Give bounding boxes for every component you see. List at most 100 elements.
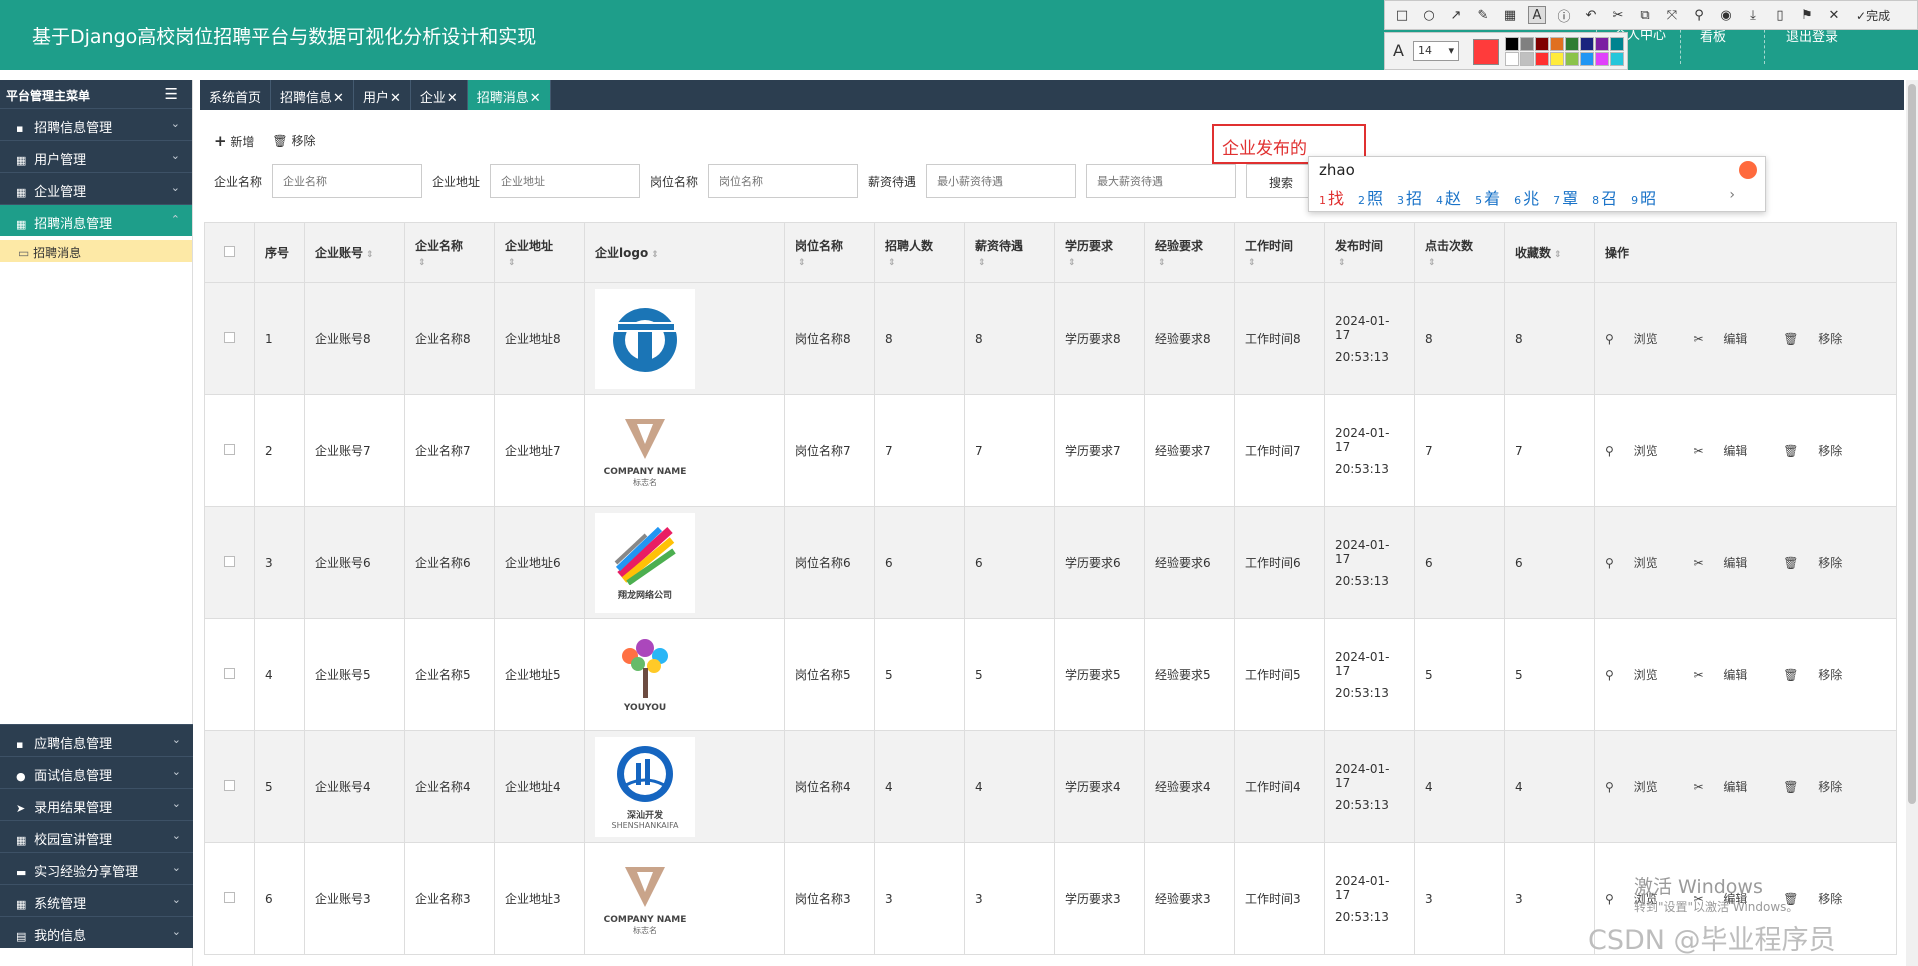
col-header[interactable]: 招聘人数 ⇕ (874, 222, 965, 283)
page-scrollbar[interactable] (1906, 80, 1918, 966)
ime-candidate[interactable]: 8召 (1592, 185, 1617, 209)
close-icon[interactable]: ✕ (447, 91, 458, 106)
color-swatch[interactable] (1505, 37, 1519, 51)
sort-icon[interactable]: ⇕ (1158, 258, 1166, 268)
tab-job-messages[interactable]: 招聘消息✕ (467, 80, 551, 110)
sidebar-item-job-info[interactable]: ▪ 招聘信息管理 ⌄ (0, 108, 192, 140)
undo-icon[interactable]: ↶ (1582, 6, 1600, 24)
sort-icon[interactable]: ⇕ (1068, 258, 1076, 268)
company-logo[interactable]: 深汕开发 SHENSHANKAIFA (595, 736, 695, 837)
view-button[interactable]: ⚲ 浏览 (1605, 556, 1674, 570)
sidebar-subitem-job-messages[interactable]: ▭ 招聘消息 (0, 240, 192, 262)
delete-button[interactable]: 🗑 移除 (1783, 444, 1858, 458)
edit-button[interactable]: ✂ 编辑 (1693, 556, 1763, 570)
col-header[interactable]: 薪资待遇 ⇕ (964, 222, 1055, 283)
tab-job-info[interactable]: 招聘信息✕ (271, 80, 354, 110)
row-checkbox[interactable] (224, 443, 235, 455)
col-header[interactable]: 点击次数 ⇕ (1414, 222, 1505, 283)
sort-icon[interactable]: ⇕ (978, 258, 986, 268)
ime-candidate[interactable]: 1找 (1319, 185, 1344, 209)
color-swatch[interactable] (1520, 37, 1534, 51)
search-button[interactable]: 搜索 (1246, 164, 1317, 198)
info-icon[interactable]: ⓘ (1555, 6, 1573, 25)
close-icon[interactable]: ✕ (530, 91, 541, 106)
salary-min-input[interactable] (926, 164, 1077, 198)
ime-candidate[interactable]: 6兆 (1514, 185, 1539, 209)
sidebar-item-campus-talks[interactable]: ▦ 校园宣讲管理 ⌄ (0, 820, 193, 852)
ime-candidate[interactable]: 7罩 (1553, 185, 1578, 209)
row-checkbox[interactable] (224, 667, 235, 679)
color-swatch[interactable] (1610, 52, 1624, 66)
col-header[interactable]: 发布时间 ⇕ (1324, 222, 1415, 283)
col-header[interactable]: 企业名称 ⇕ (404, 222, 495, 283)
tab-companies[interactable]: 企业✕ (411, 80, 468, 110)
ime-candidate[interactable]: 5着 (1475, 185, 1500, 209)
row-checkbox[interactable] (224, 779, 235, 791)
edit-button[interactable]: ✂ 编辑 (1693, 444, 1763, 458)
pin-icon[interactable]: ⚲ (1690, 6, 1708, 24)
font-size-select[interactable]: 14 ▾ (1413, 41, 1459, 61)
mosaic-icon[interactable]: ▦ (1501, 6, 1519, 24)
color-swatch[interactable] (1610, 37, 1624, 51)
col-header[interactable]: 工作时间 ⇕ (1234, 222, 1325, 283)
company-name-input[interactable] (272, 164, 423, 198)
company-address-input[interactable] (490, 164, 641, 198)
company-logo[interactable]: COMPANY NAME 标志名 (595, 848, 695, 949)
scissors-icon[interactable]: ✂ (1609, 6, 1627, 24)
close-icon[interactable]: ✕ (390, 91, 401, 106)
col-header[interactable]: 收藏数 ⇕ (1504, 222, 1595, 283)
ime-candidate[interactable]: 2照 (1358, 185, 1383, 209)
row-checkbox[interactable] (224, 331, 235, 343)
color-swatch[interactable] (1580, 37, 1594, 51)
tab-users[interactable]: 用户✕ (354, 80, 411, 110)
color-swatch[interactable] (1550, 52, 1564, 66)
remove-button[interactable]: 🗑 移除 (272, 132, 315, 150)
sort-icon[interactable]: ⇕ (418, 258, 426, 268)
sort-icon[interactable]: ⇕ (1248, 258, 1256, 268)
col-header[interactable]: 企业账号 ⇕ (304, 222, 405, 283)
color-swatch[interactable] (1535, 37, 1549, 51)
bookmark-icon[interactable]: ⚑ (1798, 6, 1816, 24)
close-icon[interactable]: ✕ (1825, 6, 1843, 24)
row-checkbox[interactable] (224, 891, 235, 903)
download-icon[interactable]: ⤓ (1744, 6, 1762, 24)
ime-candidate[interactable]: 3招 (1397, 185, 1422, 209)
tab-home[interactable]: 系统首页 (200, 80, 272, 110)
done-button[interactable]: ✓完成 (1856, 7, 1890, 24)
sidebar-item-hiring-results[interactable]: ➤ 录用结果管理 ⌄ (0, 788, 193, 820)
sort-icon[interactable]: ⇕ (508, 258, 516, 268)
record-icon[interactable]: ◉ (1717, 6, 1735, 24)
color-swatch[interactable] (1520, 52, 1534, 66)
delete-button[interactable]: 🗑 移除 (1783, 780, 1858, 794)
view-button[interactable]: ⚲ 浏览 (1605, 668, 1674, 682)
col-header[interactable]: 经验要求 ⇕ (1144, 222, 1235, 283)
menu-list-icon[interactable]: ☰ (165, 85, 178, 103)
close-icon[interactable]: ✕ (333, 91, 344, 106)
row-checkbox[interactable] (224, 555, 235, 567)
view-button[interactable]: ⚲ 浏览 (1605, 780, 1674, 794)
col-header[interactable]: 岗位名称 ⇕ (784, 222, 875, 283)
color-swatch[interactable] (1580, 52, 1594, 66)
delete-button[interactable]: 🗑 移除 (1783, 668, 1858, 682)
delete-button[interactable]: 🗑 移除 (1783, 556, 1858, 570)
sidebar-item-companies[interactable]: ▦ 企业管理 ⌄ (0, 172, 192, 204)
color-swatch[interactable] (1565, 37, 1579, 51)
select-all-checkbox[interactable] (224, 245, 235, 257)
sidebar-item-internship-sharing[interactable]: ▬ 实习经验分享管理 ⌄ (0, 852, 193, 884)
scan-icon[interactable]: ⤧ (1663, 6, 1681, 24)
sort-icon[interactable]: ⇕ (1338, 258, 1346, 268)
view-button[interactable]: ⚲ 浏览 (1605, 332, 1674, 346)
color-swatch[interactable] (1550, 37, 1564, 51)
sort-icon[interactable]: ⇕ (888, 258, 896, 268)
edit-button[interactable]: ✂ 编辑 (1693, 668, 1763, 682)
sidebar-item-users[interactable]: ▦ 用户管理 ⌄ (0, 140, 192, 172)
sidebar-item-system[interactable]: ▦ 系统管理 ⌄ (0, 884, 193, 916)
sort-icon[interactable]: ⇕ (651, 250, 659, 260)
delete-button[interactable]: 🗑 移除 (1783, 332, 1858, 346)
sort-icon[interactable]: ⇕ (366, 250, 374, 260)
color-swatch[interactable] (1505, 52, 1519, 66)
color-swatch[interactable] (1565, 52, 1579, 66)
col-header[interactable]: 企业logo ⇕ (584, 222, 785, 283)
translate-icon[interactable]: ⧉ (1636, 6, 1654, 24)
company-logo[interactable]: COMPANY NAME 标志名 (595, 400, 695, 501)
